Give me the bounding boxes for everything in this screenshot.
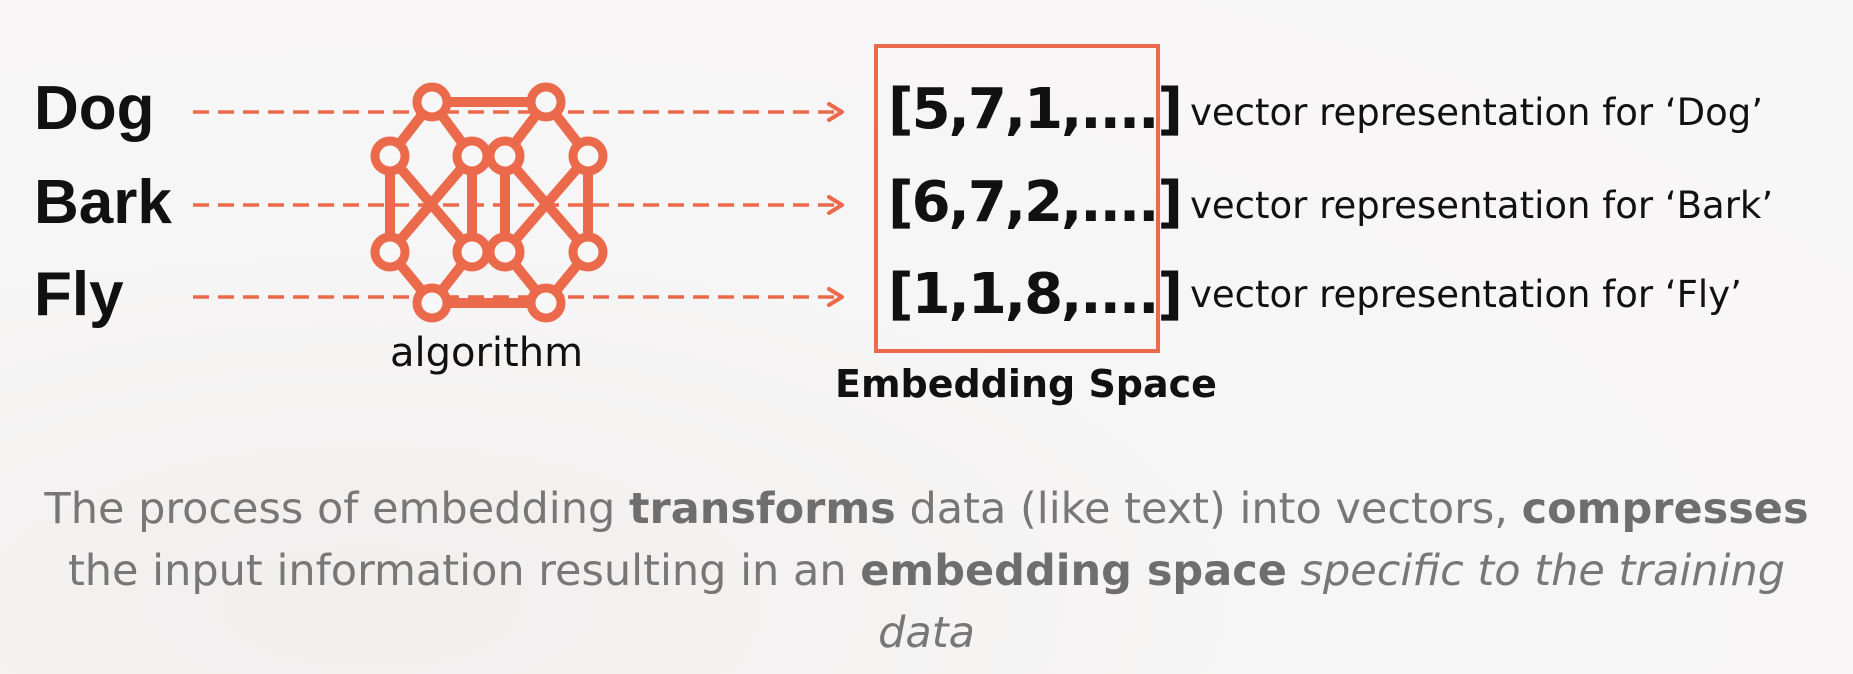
nn-node: [370, 136, 410, 176]
vector-description-bark: vector representation for ‘Bark’: [1190, 184, 1774, 227]
nn-node: [485, 232, 525, 272]
input-word-bark: Bark: [34, 168, 172, 237]
nn-node: [412, 283, 452, 323]
caption-text: [1287, 546, 1301, 596]
caption: The process of embedding transforms data…: [40, 478, 1813, 664]
caption-bold-compresses: compresses: [1521, 484, 1809, 534]
input-word-dog: Dog: [34, 74, 155, 143]
vector-description-dog: vector representation for ‘Dog’: [1190, 91, 1764, 134]
nn-node: [568, 136, 608, 176]
vector-dog: [5,7,1,....]: [888, 77, 1183, 142]
caption-bold-transforms: transforms: [628, 484, 896, 534]
vector-description-fly: vector representation for ‘Fly’: [1190, 273, 1742, 316]
vector-fly: [1,1,8,....]: [888, 262, 1183, 327]
caption-text: the input information resulting in an: [67, 546, 861, 596]
nn-node: [526, 283, 566, 323]
algorithm-label: algorithm: [390, 330, 584, 376]
nn-node: [452, 232, 492, 272]
nn-node: [370, 232, 410, 272]
nn-node: [485, 136, 525, 176]
nn-node: [412, 82, 452, 122]
embedding-space-label: Embedding Space: [835, 362, 1217, 406]
nn-node: [526, 82, 566, 122]
vector-bark: [6,7,2,....]: [888, 170, 1183, 235]
neural-network-icon: [385, 97, 593, 308]
caption-text: The process of embedding: [44, 484, 629, 534]
nn-node: [452, 136, 492, 176]
caption-bold-embedding-space: embedding space: [860, 546, 1287, 596]
nn-node: [568, 232, 608, 272]
input-word-fly: Fly: [34, 260, 124, 329]
caption-text: data (like text) into vectors,: [895, 484, 1522, 534]
